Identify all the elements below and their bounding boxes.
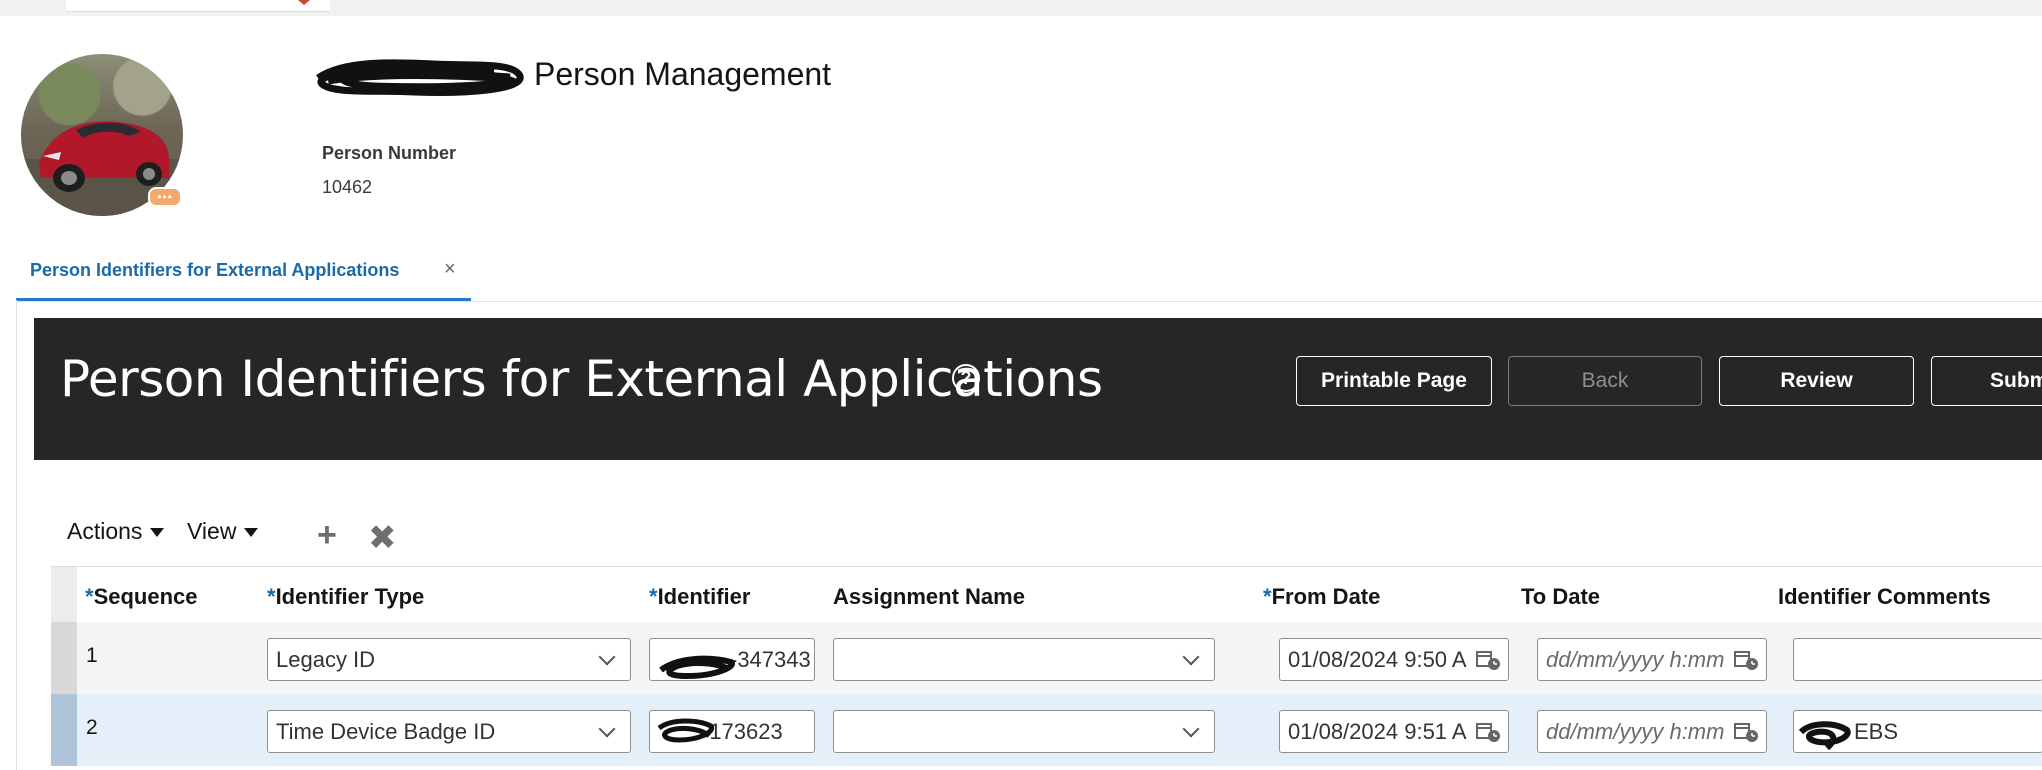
calendar-clock-icon[interactable] bbox=[1734, 721, 1760, 743]
caret-down-icon bbox=[244, 528, 259, 538]
identifier-type-select[interactable]: Time Device Badge ID bbox=[267, 710, 631, 753]
col-to-date[interactable]: To Date bbox=[1521, 584, 1600, 610]
browser-tab-stub bbox=[66, 0, 330, 12]
redaction-scribble bbox=[316, 59, 524, 96]
table-row[interactable]: 2 Time Device Badge ID -173623 01/08/202… bbox=[51, 694, 2042, 766]
page-title: Person Identifiers for External Applicat… bbox=[60, 350, 1103, 408]
assignment-name-select[interactable] bbox=[833, 638, 1215, 681]
table-header: *Sequence *Identifier Type *Identifier A… bbox=[51, 566, 2042, 623]
table-row[interactable]: 1 Legacy ID -347343 01/08/2024 9:50 A dd… bbox=[51, 622, 2042, 694]
chevron-down-icon bbox=[598, 720, 616, 738]
top-strip bbox=[0, 0, 2042, 16]
calendar-clock-icon[interactable] bbox=[1476, 721, 1502, 743]
col-identifier-type[interactable]: *Identifier Type bbox=[267, 584, 424, 610]
tab-person-identifiers[interactable]: Person Identifiers for External Applicat… bbox=[16, 247, 471, 301]
close-icon[interactable]: × bbox=[444, 258, 456, 281]
calendar-clock-icon[interactable] bbox=[1734, 649, 1760, 671]
caret-down-icon bbox=[150, 528, 165, 538]
to-date-input[interactable]: dd/mm/yyyy h:mm bbox=[1537, 638, 1767, 681]
actions-label: Actions bbox=[67, 518, 143, 544]
from-date-input[interactable]: 01/08/2024 9:50 A bbox=[1279, 638, 1509, 681]
content-area: Person Identifiers for External Applicat… bbox=[16, 300, 2042, 770]
redaction-scribble bbox=[659, 655, 736, 680]
chevron-down-icon bbox=[1182, 648, 1200, 666]
assignment-name-select[interactable] bbox=[833, 710, 1215, 753]
redaction-scribble bbox=[657, 718, 715, 743]
tab-bar: Person Identifiers for External Applicat… bbox=[16, 247, 2042, 302]
col-sequence[interactable]: *Sequence bbox=[85, 584, 198, 610]
col-identifier[interactable]: *Identifier bbox=[649, 584, 750, 610]
identifier-comments-input[interactable] bbox=[1793, 638, 2042, 681]
avatar-more-badge[interactable]: ••• bbox=[148, 187, 182, 207]
person-number-label: Person Number bbox=[322, 143, 457, 163]
col-identifier-comments[interactable]: Identifier Comments bbox=[1778, 584, 1991, 610]
person-number-value: 10462 bbox=[322, 177, 373, 197]
page-header-banner: Person Identifiers for External Applicat… bbox=[34, 318, 2042, 460]
delete-row-icon[interactable]: ✖ bbox=[368, 518, 397, 558]
app-title: Person Management bbox=[534, 56, 832, 92]
col-from-date[interactable]: *From Date bbox=[1263, 584, 1380, 610]
to-date-input[interactable]: dd/mm/yyyy h:mm bbox=[1537, 710, 1767, 753]
help-icon[interactable]: ? bbox=[952, 364, 980, 392]
from-date-input[interactable]: 01/08/2024 9:51 A bbox=[1279, 710, 1509, 753]
identifiers-table: *Sequence *Identifier Type *Identifier A… bbox=[51, 566, 2042, 770]
row-selector[interactable] bbox=[51, 694, 77, 766]
identifier-type-select[interactable]: Legacy ID bbox=[267, 638, 631, 681]
chevron-down-icon bbox=[1182, 720, 1200, 738]
add-row-icon[interactable]: + bbox=[317, 516, 337, 555]
col-assignment-name[interactable]: Assignment Name bbox=[833, 584, 1025, 610]
sequence-cell: 2 bbox=[86, 716, 98, 739]
actions-menu[interactable]: Actions bbox=[67, 518, 165, 545]
redaction-scribble bbox=[1798, 721, 1851, 751]
chevron-down-icon bbox=[598, 648, 616, 666]
review-button[interactable]: Review bbox=[1719, 356, 1914, 406]
back-button[interactable]: Back bbox=[1508, 356, 1702, 406]
submit-button[interactable]: Submit bbox=[1931, 356, 2042, 406]
calendar-clock-icon[interactable] bbox=[1476, 649, 1502, 671]
tab-label: Person Identifiers for External Applicat… bbox=[30, 260, 400, 280]
view-menu[interactable]: View bbox=[187, 518, 259, 545]
sequence-cell: 1 bbox=[86, 644, 98, 667]
view-label: View bbox=[187, 518, 237, 544]
row-selector[interactable] bbox=[51, 622, 77, 694]
printable-page-button[interactable]: Printable Page bbox=[1296, 356, 1492, 406]
